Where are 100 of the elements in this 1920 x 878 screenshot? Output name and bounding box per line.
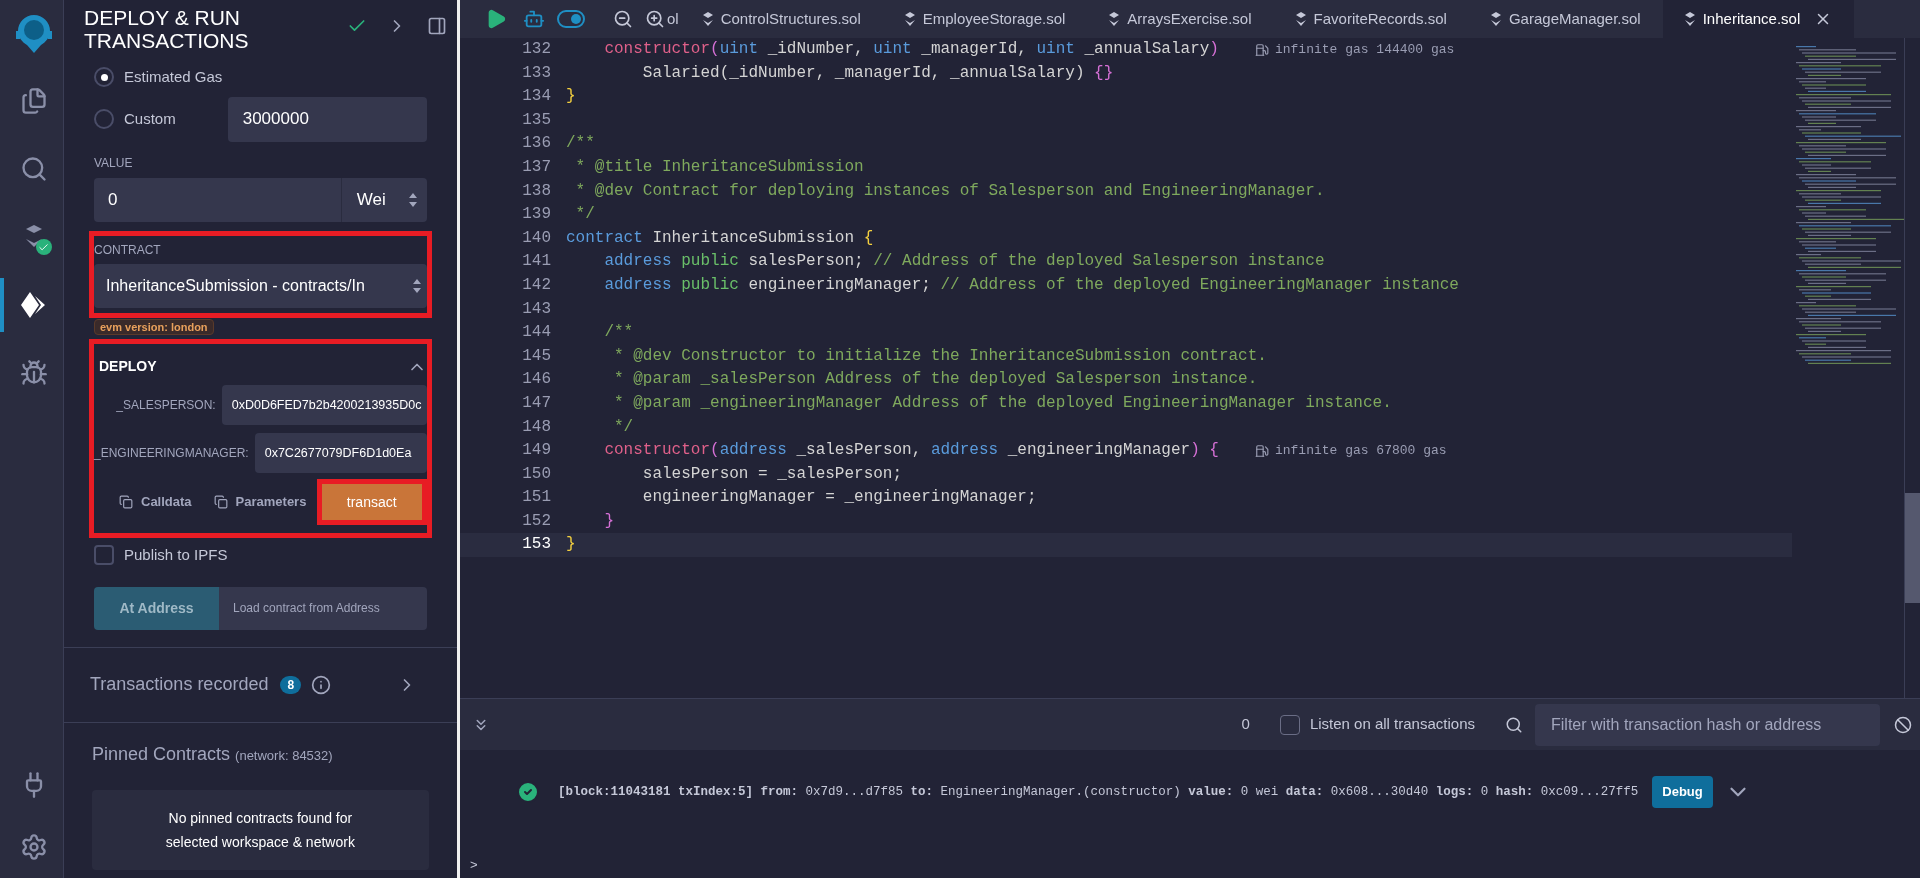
file-icon — [702, 12, 713, 26]
line-number: 149 — [521, 440, 551, 462]
code-line: } — [566, 534, 576, 556]
code-line: address public engineeringManager; // Address of the deployed EngineeringManager instance — [603, 274, 1459, 296]
line-number: 143 — [521, 298, 551, 320]
code-line: contract InheritanceSubmission { — [566, 227, 874, 249]
radio-button[interactable] — [94, 67, 114, 87]
copy-icon — [119, 495, 133, 509]
radio-label: Estimated Gas — [124, 66, 223, 87]
line-number: 142 — [521, 274, 551, 296]
code-line: */ — [613, 416, 634, 438]
file-icon — [904, 12, 915, 26]
file-tab[interactable]: ControlStructures.sol — [720, 7, 861, 31]
code-line: * @dev Contract for deploying instances of Salesperson and EngineeringManager. — [574, 180, 1325, 202]
code-line: * @param _salesPerson Address of the deployed Salesperson instance. — [613, 369, 1258, 391]
code-line: constructor(uint _idNumber, uint _managerId, uint _annualSalary) — [603, 39, 1219, 60]
at-address-button[interactable]: At Address — [94, 586, 219, 630]
gas-estimate: infinite gas 67800 gas — [1274, 442, 1447, 461]
sort-arrows-icon — [412, 279, 421, 293]
filter-field[interactable]: Filter with transaction hash or address — [1535, 703, 1880, 746]
transaction-count: 0 — [1241, 714, 1250, 735]
line-number: 139 — [521, 204, 551, 226]
value-label: VALUE — [93, 155, 134, 172]
value-field[interactable]: 0 — [94, 178, 341, 222]
code-line: /** — [566, 133, 595, 155]
checkbox[interactable] — [1279, 714, 1300, 735]
line-number: 153 — [521, 534, 551, 556]
line-number: 146 — [521, 369, 551, 391]
file-tab[interactable]: FavoriteRecords.sol — [1313, 7, 1447, 31]
file-icon — [1295, 12, 1306, 26]
search-icon[interactable] — [1505, 715, 1523, 734]
file-tab[interactable]: EmployeeStorage.sol — [922, 7, 1066, 31]
code-line: constructor(address _salesPerson, address _engineeringManager) { — [603, 440, 1219, 462]
fuel-icon — [1254, 42, 1269, 57]
sort-arrows-icon — [408, 193, 417, 207]
radio-label: Custom — [124, 108, 176, 129]
code-line: * @title InheritanceSubmission — [574, 156, 864, 178]
parameters-button[interactable]: Parameters — [213, 492, 307, 512]
line-number: 144 — [521, 322, 551, 344]
robot-icon[interactable] — [523, 8, 545, 30]
contract-label: CONTRACT — [94, 242, 161, 259]
line-number: 145 — [521, 345, 551, 367]
file-icon — [1109, 12, 1120, 26]
info-icon[interactable] — [311, 674, 332, 695]
toggle-switch[interactable] — [557, 10, 585, 28]
param-label: _ENGINEERINGMANAGER: — [94, 445, 249, 462]
success-badge-icon — [35, 239, 52, 255]
code-line: Salaried(_idNumber, _managerId, _annualSalary) {} — [641, 62, 1114, 84]
line-number: 140 — [521, 227, 551, 249]
line-number: 132 — [521, 39, 551, 60]
deploy-title: DEPLOY — [99, 357, 157, 376]
code-line: /** — [603, 322, 634, 344]
line-number: 135 — [521, 109, 551, 131]
code-line: engineeringManager = _engineeringManager; — [641, 487, 1037, 509]
copy-icon — [213, 495, 228, 509]
transaction-log: [block:11043181 txIndex:5] from: 0x7d9...d7f85 to: EngineeringManager.(constructor) value: 0 wei data: 0x608...30d40 logs: 0 hash: 0xc09...27ff5 — [558, 783, 1639, 801]
code-line: * @param _engineeringManager Address of the deployed EngineeringManager instance. — [613, 392, 1392, 414]
file-tab[interactable]: ArraysExercise.sol — [1127, 7, 1252, 31]
terminal-prompt[interactable]: > — [470, 854, 478, 874]
empty-message: No pinned contracts found for selected workspace & network — [92, 789, 429, 870]
line-number: 137 — [521, 156, 551, 178]
line-number: 151 — [521, 487, 551, 509]
count-badge: 8 — [280, 675, 302, 694]
line-number: 148 — [521, 416, 551, 438]
line-number: 138 — [521, 180, 551, 202]
code-line: address public salesPerson; // Address of the deployed Salesperson instance — [603, 251, 1325, 273]
file-tab[interactable]: ol — [667, 7, 679, 31]
debug-button[interactable]: Debug — [1652, 776, 1713, 808]
calldata-button[interactable]: Calldata — [119, 492, 192, 512]
network-label: (network: 84532) — [235, 746, 333, 765]
checkbox[interactable] — [94, 545, 114, 566]
line-number: 134 — [521, 86, 551, 108]
bug-icon[interactable] — [19, 359, 48, 387]
code-line: } — [603, 510, 614, 532]
checkbox-label: Listen on all transactions — [1309, 714, 1475, 735]
file-tab[interactable]: GarageManager.sol — [1508, 7, 1641, 31]
param-field[interactable]: 0xD0D6FED7b2b4200213935D0c — [221, 385, 427, 425]
line-number: 136 — [521, 133, 551, 155]
line-number: 141 — [521, 251, 551, 273]
clear-icon[interactable] — [1894, 715, 1912, 734]
file-icon — [1684, 12, 1695, 26]
code-line: } — [566, 86, 576, 108]
zoom-in-icon[interactable] — [645, 9, 665, 29]
line-number: 133 — [521, 62, 551, 84]
line-number: 150 — [521, 463, 551, 485]
gas-limit-field[interactable]: 3000000 — [227, 96, 427, 142]
files-icon[interactable] — [19, 87, 48, 115]
panel-toggle-icon[interactable] — [426, 16, 447, 36]
address-field[interactable]: Load contract from Address — [219, 586, 427, 630]
fuel-icon — [1254, 443, 1269, 458]
settings-icon[interactable] — [19, 833, 48, 861]
gas-estimate: infinite gas 144400 gas — [1274, 41, 1455, 59]
unit-select[interactable]: Wei — [340, 178, 427, 222]
contract-select[interactable]: InheritanceSubmission - contracts/In — [94, 264, 427, 308]
radio-button[interactable] — [94, 109, 114, 129]
line-number: 152 — [521, 510, 551, 532]
param-field[interactable]: 0x7C2677079DF6D1d0Ea — [254, 433, 427, 473]
code-line: */ — [574, 204, 595, 226]
search-icon[interactable] — [19, 155, 48, 183]
zoom-out-icon[interactable] — [613, 9, 633, 29]
